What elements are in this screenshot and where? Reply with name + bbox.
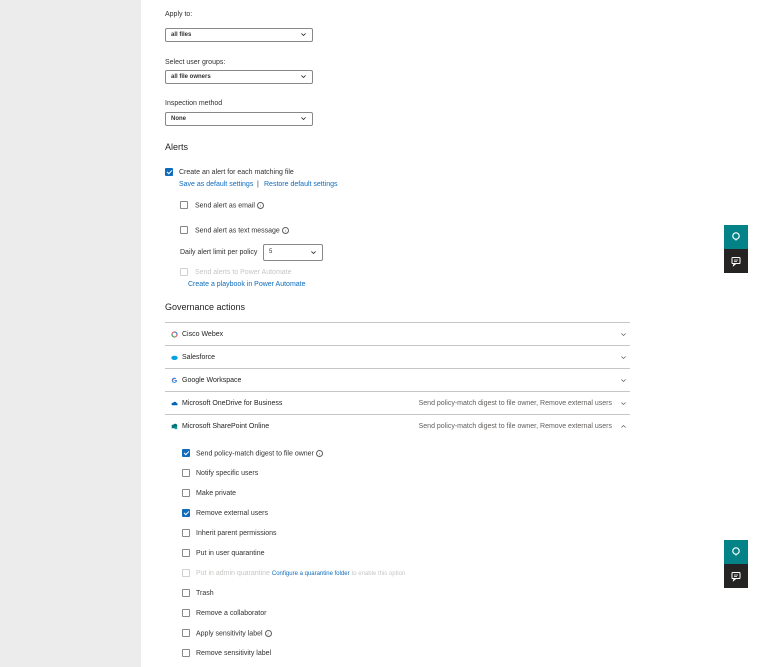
user-groups-label: Select user groups:	[165, 59, 226, 66]
chevron-down-icon	[621, 379, 626, 383]
action-admin-quarantine-checkbox[interactable]	[182, 569, 190, 577]
action-inherit-checkbox[interactable]	[182, 529, 190, 537]
left-gutter	[0, 0, 141, 667]
action-notify-label: Notify specific users	[196, 470, 259, 477]
chevron-down-icon	[301, 33, 306, 37]
chevron-down-icon	[621, 333, 626, 337]
chevron-down-icon	[311, 251, 316, 255]
send-text-label: Send alert as text message i	[195, 227, 289, 234]
info-icon[interactable]: i	[315, 450, 323, 457]
daily-limit-dropdown[interactable]: 5	[263, 244, 323, 261]
action-private-checkbox[interactable]	[182, 489, 190, 497]
action-trash-label: Trash	[196, 590, 214, 597]
configure-quarantine-link[interactable]: Configure a quarantine folder	[272, 571, 350, 577]
action-notify-checkbox[interactable]	[182, 469, 190, 477]
gov-row-webex[interactable]: Cisco Webex	[165, 322, 630, 346]
action-remove-label-checkbox[interactable]	[182, 649, 190, 657]
help-button-2[interactable]	[724, 540, 748, 564]
action-private-label: Make private	[196, 490, 237, 497]
info-icon[interactable]: i	[256, 202, 264, 209]
send-email-checkbox[interactable]	[180, 201, 188, 209]
lightbulb-question-icon	[732, 547, 740, 556]
chevron-down-icon	[301, 117, 306, 121]
action-inherit-label: Inherit parent permissions	[196, 530, 277, 537]
google-icon	[171, 377, 178, 383]
link-separator: |	[257, 181, 259, 188]
chat-icon	[731, 572, 741, 582]
gov-row-salesforce[interactable]: Salesforce	[165, 345, 630, 369]
gov-app-name: Google Workspace	[182, 377, 242, 384]
gov-app-name: Microsoft SharePoint Online	[182, 423, 270, 430]
apply-to-label: Apply to:	[165, 11, 193, 18]
gov-app-name: Cisco Webex	[182, 331, 224, 338]
action-user-quarantine-checkbox[interactable]	[182, 549, 190, 557]
action-admin-quarantine-label: Put in admin quarantine Configure a quar…	[196, 570, 406, 577]
gov-app-name: Salesforce	[182, 354, 216, 361]
gov-app-summary: Send policy-match digest to file owner, …	[418, 423, 612, 430]
inspection-value: None	[171, 116, 186, 122]
action-apply-label-checkbox[interactable]	[182, 629, 190, 637]
inspection-label: Inspection method	[165, 100, 223, 107]
daily-limit-label: Daily alert limit per policy	[180, 249, 258, 256]
action-trash-checkbox[interactable]	[182, 589, 190, 597]
action-remove-external-label: Remove external users	[196, 510, 268, 517]
chat-icon	[731, 257, 741, 267]
apply-to-value: all files	[171, 32, 192, 38]
apply-to-dropdown[interactable]: all files	[165, 28, 313, 42]
sharepoint-icon	[171, 423, 178, 430]
chevron-down-icon	[621, 356, 626, 360]
gov-row-onedrive[interactable]: Microsoft OneDrive for Business Send pol…	[165, 391, 630, 415]
gov-app-name: Microsoft OneDrive for Business	[182, 400, 283, 407]
alerts-heading: Alerts	[165, 142, 189, 152]
chevron-up-icon	[621, 424, 626, 428]
action-user-quarantine-label: Put in user quarantine	[196, 550, 265, 557]
chevron-down-icon	[621, 402, 626, 406]
gov-row-google[interactable]: Google Workspace	[165, 368, 630, 392]
webex-icon	[171, 331, 178, 338]
action-digest-label: Send policy-match digest to file owner i	[196, 450, 323, 457]
action-remove-external-checkbox[interactable]	[182, 509, 190, 517]
create-alert-checkbox[interactable]	[165, 168, 173, 176]
chevron-down-icon	[301, 75, 306, 79]
daily-limit-value: 5	[269, 249, 273, 255]
governance-heading: Governance actions	[165, 302, 246, 312]
inspection-dropdown[interactable]: None	[165, 112, 313, 126]
chat-button[interactable]	[724, 249, 748, 273]
send-email-label: Send alert as email i	[195, 202, 264, 209]
save-default-link[interactable]: Save as default settings	[179, 181, 253, 188]
action-remove-collaborator-checkbox[interactable]	[182, 609, 190, 617]
lightbulb-question-icon	[732, 232, 740, 241]
policy-form: Apply to: all files Select user groups: …	[141, 0, 768, 667]
power-automate-label: Send alerts to Power Automate	[195, 269, 292, 276]
salesforce-icon	[171, 355, 178, 360]
power-automate-checkbox[interactable]	[180, 268, 188, 276]
create-alert-label: Create an alert for each matching file	[179, 169, 294, 176]
playbook-link[interactable]: Create a playbook in Power Automate	[188, 281, 306, 288]
action-apply-label-label: Apply sensitivity label i	[196, 630, 272, 637]
onedrive-icon	[171, 401, 178, 406]
action-digest-checkbox[interactable]	[182, 449, 190, 457]
action-remove-label-label: Remove sensitivity label	[196, 650, 272, 657]
send-text-checkbox[interactable]	[180, 226, 188, 234]
gov-row-sharepoint[interactable]: Microsoft SharePoint Online Send policy-…	[165, 414, 630, 438]
info-icon[interactable]: i	[281, 227, 289, 234]
user-groups-value: all file owners	[171, 74, 211, 80]
restore-default-link[interactable]: Restore default settings	[264, 181, 338, 188]
chat-button-2[interactable]	[724, 564, 748, 588]
action-remove-collaborator-label: Remove a collaborator	[196, 610, 267, 617]
user-groups-dropdown[interactable]: all file owners	[165, 70, 313, 84]
help-button[interactable]	[724, 225, 748, 249]
gov-app-summary: Send policy-match digest to file owner, …	[418, 400, 612, 407]
quarantine-hint: to enable this option	[351, 571, 406, 577]
info-icon[interactable]: i	[264, 630, 272, 637]
